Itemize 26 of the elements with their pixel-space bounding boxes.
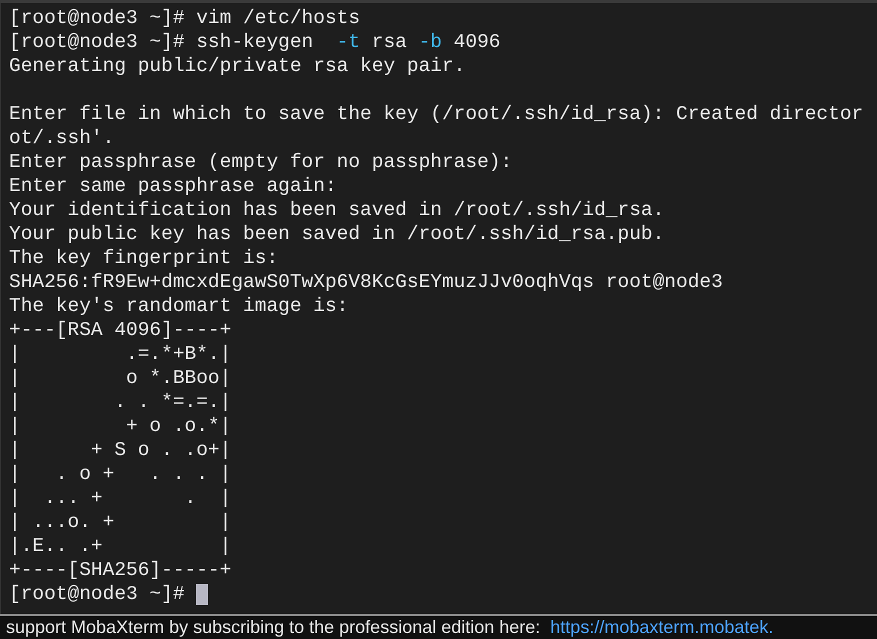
terminal-line: | ...o. + | bbox=[9, 510, 232, 534]
terminal-line: Enter same passphrase again: bbox=[9, 174, 337, 198]
terminal-line: | + o .o.*| bbox=[9, 414, 232, 438]
terminal-line: | . o + . . . | bbox=[9, 462, 232, 486]
prompt-line: [root@node3 ~]# bbox=[9, 582, 186, 606]
terminal-line: [root@node3 ~]# vim /etc/hosts bbox=[9, 6, 360, 30]
website-link[interactable]: https://mobaxterm.mobatek. bbox=[550, 617, 774, 638]
terminal-line: Enter file in which to save the key (/root/.ssh/id_rsa): Created director bbox=[9, 102, 864, 126]
terminal-line: +----[SHA256]-----+ bbox=[9, 558, 232, 582]
terminal-line: The key's randomart image is: bbox=[9, 294, 348, 318]
terminal-line: | o *.BBoo| bbox=[9, 366, 232, 390]
terminal-line: | ... + . | bbox=[9, 486, 232, 510]
terminal-line: The key fingerprint is: bbox=[9, 246, 278, 270]
terminal-line: | . . *=.=.| bbox=[9, 390, 232, 414]
terminal-line: Enter passphrase (empty for no passphrase): bbox=[9, 150, 512, 174]
terminal-line: |.E.. .+ | bbox=[9, 534, 232, 558]
terminal-line: | + S o . .o+| bbox=[9, 438, 232, 462]
terminal-line: | .=.*+B*.| bbox=[9, 342, 232, 366]
terminal-line: [root@node3 ~]# ssh-keygen -t rsa -b 4096 bbox=[9, 30, 500, 54]
terminal-line: Your identification has been saved in /root/.ssh/id_rsa. bbox=[9, 198, 664, 222]
terminal-line: ot/.ssh'. bbox=[9, 126, 114, 150]
terminal-line: +---[RSA 4096]----+ bbox=[9, 318, 232, 342]
terminal-line: Your public key has been saved in /root/.ssh/id_rsa.pub. bbox=[9, 222, 664, 246]
status-message: support MobaXterm by subscribing to the professional edition here: bbox=[6, 617, 540, 638]
terminal-line: Generating public/private rsa key pair. bbox=[9, 54, 466, 78]
terminal-line: SHA256:fR9Ew+dmcxdEgawS0TwXp6V8KcGsEYmuzJJv0oqhVqs root@node3 bbox=[9, 270, 723, 294]
